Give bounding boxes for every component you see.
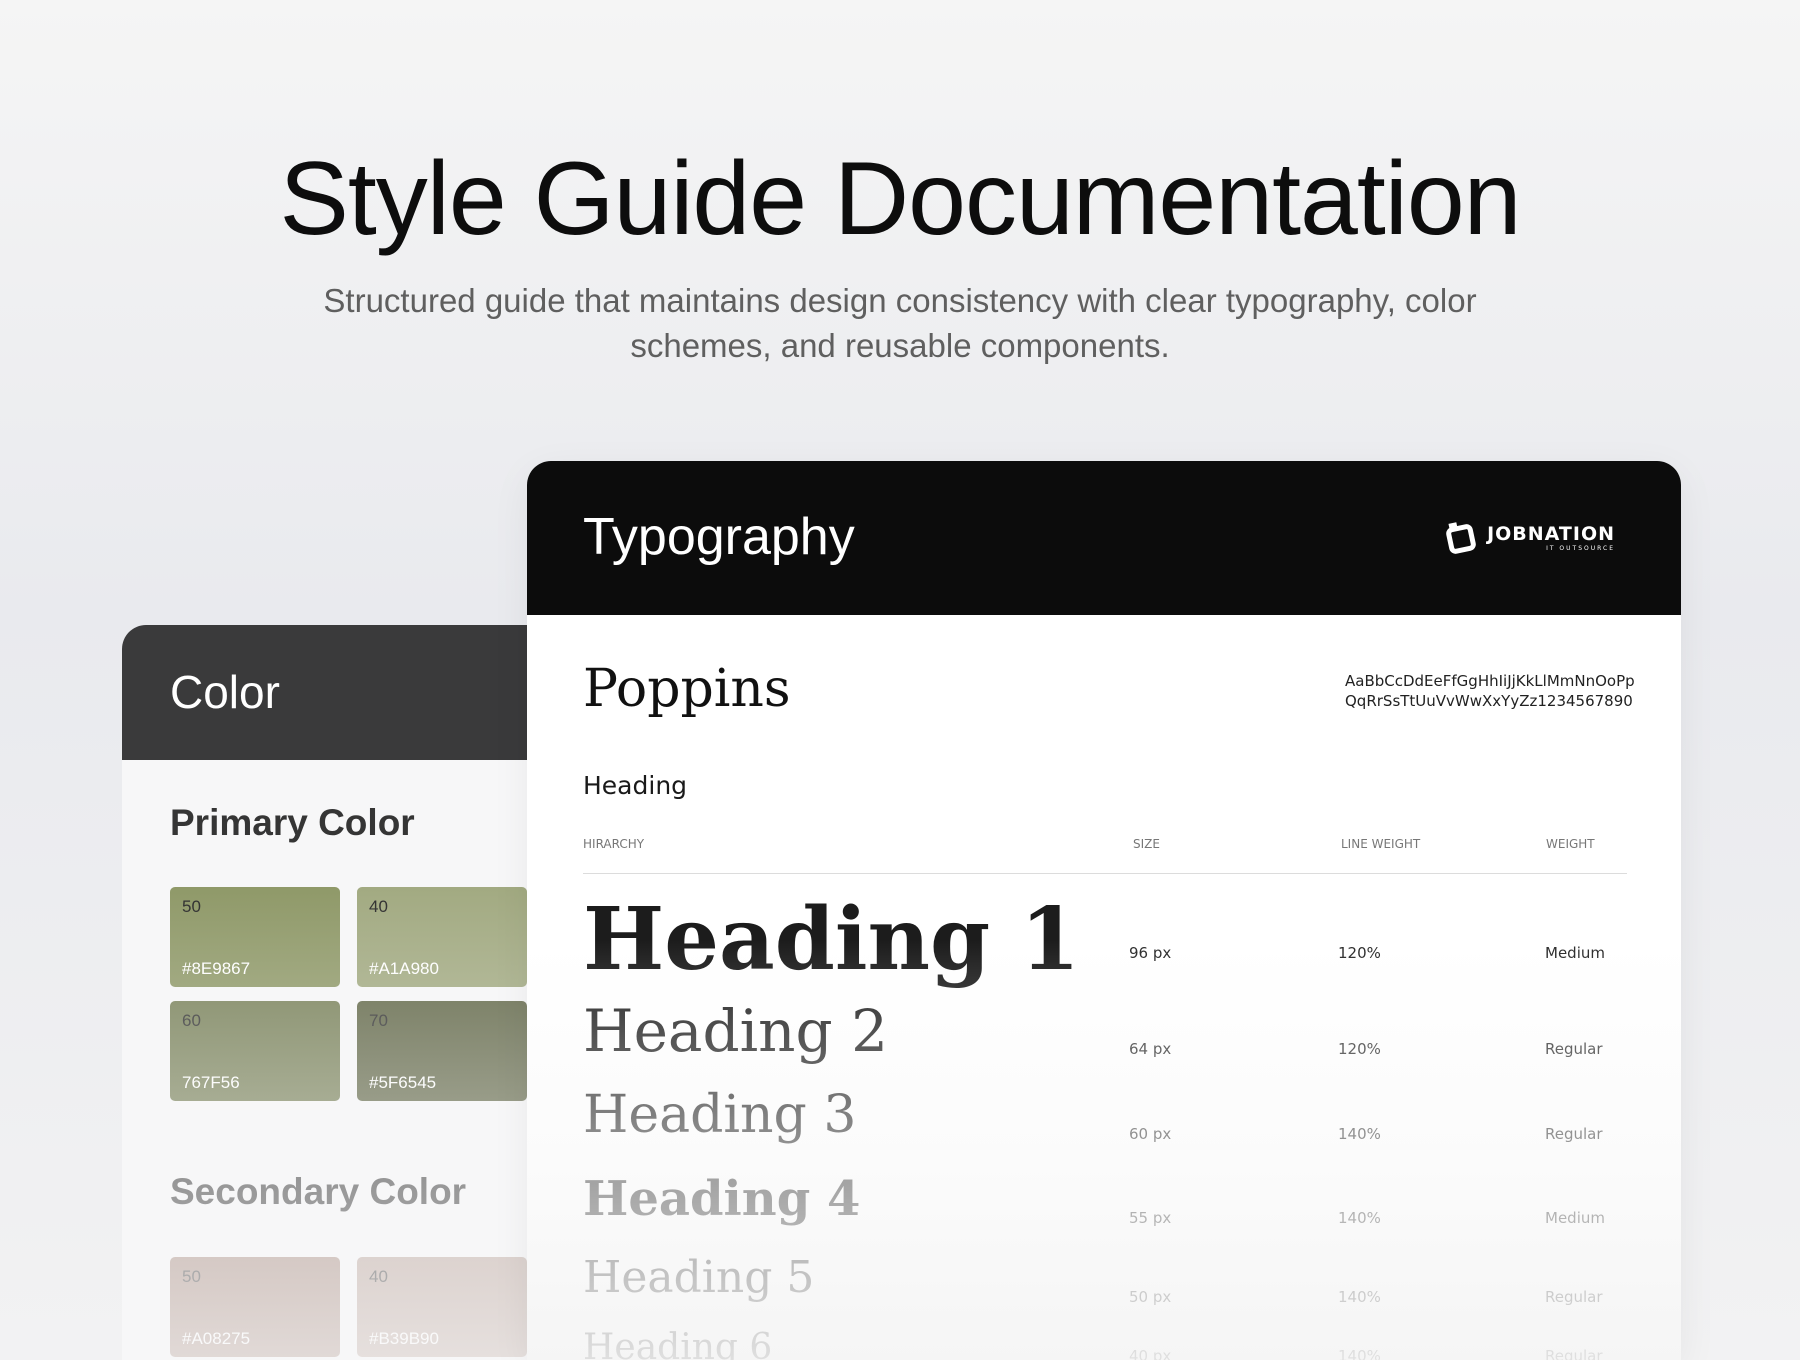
size-cell: 50 px [1129, 1288, 1172, 1306]
color-panel-title: Color [170, 666, 280, 718]
size-cell: 96 px [1129, 944, 1172, 962]
brand-tagline: IT OUTSOURCE [1546, 544, 1615, 552]
size-cell: 40 px [1129, 1347, 1172, 1360]
size-cell: 64 px [1129, 1040, 1172, 1058]
page-title: Style Guide Documentation [279, 141, 1521, 257]
weight-cell: Regular [1545, 1040, 1603, 1058]
swatch-hex: #5F6545 [369, 1073, 437, 1092]
line-weight-cell: 140% [1338, 1347, 1381, 1360]
line-weight-cell: 140% [1338, 1125, 1381, 1143]
size-cell: 60 px [1129, 1125, 1172, 1143]
swatch-hex: #A1A980 [369, 959, 439, 978]
secondary-color-title: Secondary Color [170, 1171, 467, 1212]
line-weight-cell: 120% [1338, 1040, 1381, 1058]
alphabet-line: QqRrSsTtUuVvWwXxYyZz1234567890 [1345, 692, 1633, 710]
weight-cell: Medium [1545, 1209, 1605, 1227]
page-subtitle: Structured guide that maintains design c… [323, 282, 1477, 364]
line-weight-cell: 120% [1338, 944, 1381, 962]
swatch-hex: #A08275 [182, 1329, 251, 1348]
alphabet-specimen: AaBbCcDdEeFfGgHhIiJjKkLlMmNnOoPp QqRrSsT… [1345, 671, 1645, 711]
column-header-size: SIZE [1133, 837, 1160, 851]
column-header-line-weight: LINE WEIGHT [1341, 837, 1421, 851]
primary-swatch-40[interactable]: 40 #A1A980 [357, 887, 527, 987]
jobnation-logo-icon [1446, 522, 1476, 554]
brand-logo: JOBNATION IT OUTSOURCE [1445, 518, 1615, 558]
weight-cell: Regular [1545, 1125, 1603, 1143]
alphabet-line: AaBbCcDdEeFfGgHhIiJjKkLlMmNnOoPp [1345, 672, 1635, 690]
heading-5-sample: Heading 5 [583, 1252, 815, 1303]
weight-cell: Regular [1545, 1347, 1603, 1360]
brand-name: JOBNATION [1487, 522, 1615, 545]
swatch-shade: 50 [182, 1267, 201, 1286]
typography-panel-title: Typography [583, 508, 855, 566]
color-panel-header: Color [122, 625, 542, 760]
swatch-shade: 70 [369, 1011, 388, 1030]
line-weight-cell: 140% [1338, 1288, 1381, 1306]
heading-2-sample: Heading 2 [583, 997, 888, 1065]
size-cell: 55 px [1129, 1209, 1172, 1227]
weight-cell: Regular [1545, 1288, 1603, 1306]
swatch-shade: 60 [182, 1011, 201, 1030]
column-header-hierarchy: HIRARCHY [583, 837, 645, 851]
heading-6-sample: Heading 6 [583, 1327, 773, 1360]
primary-color-title: Primary Color [170, 802, 415, 843]
swatch-hex: #8E9867 [182, 959, 251, 978]
color-panel: Color Primary Color 50 #8E9867 40 #A1A98… [122, 625, 542, 1360]
line-weight-cell: 140% [1338, 1209, 1381, 1227]
primary-swatch-50[interactable]: 50 #8E9867 [170, 887, 340, 987]
swatch-shade: 40 [369, 897, 388, 916]
swatch-hex: 767F56 [182, 1073, 240, 1092]
swatch-shade: 40 [369, 1267, 388, 1286]
font-family-name: Poppins [583, 659, 791, 719]
secondary-swatch-40[interactable]: 40 #B39B90 [357, 1257, 527, 1357]
table-divider [583, 873, 1627, 874]
heading-3-sample: Heading 3 [583, 1085, 857, 1145]
swatch-shade: 50 [182, 897, 201, 916]
weight-cell: Medium [1545, 944, 1605, 962]
heading-4-sample: Heading 4 [583, 1171, 861, 1227]
secondary-swatch-50[interactable]: 50 #A08275 [170, 1257, 340, 1357]
column-header-weight: WEIGHT [1546, 837, 1595, 851]
primary-swatch-60[interactable]: 60 767F56 [170, 1001, 340, 1101]
typography-panel: Typography JOBNATION IT OUTSOURCE Poppin… [527, 461, 1681, 1360]
swatch-hex: #B39B90 [369, 1329, 439, 1348]
typography-panel-header: Typography JOBNATION IT OUTSOURCE [527, 461, 1681, 615]
primary-swatch-70[interactable]: 70 #5F6545 [357, 1001, 527, 1101]
heading-1-sample: Heading 1 [583, 889, 1080, 990]
section-heading: Heading [583, 771, 688, 800]
brand-text: JOBNATION IT OUTSOURCE [1487, 522, 1615, 552]
